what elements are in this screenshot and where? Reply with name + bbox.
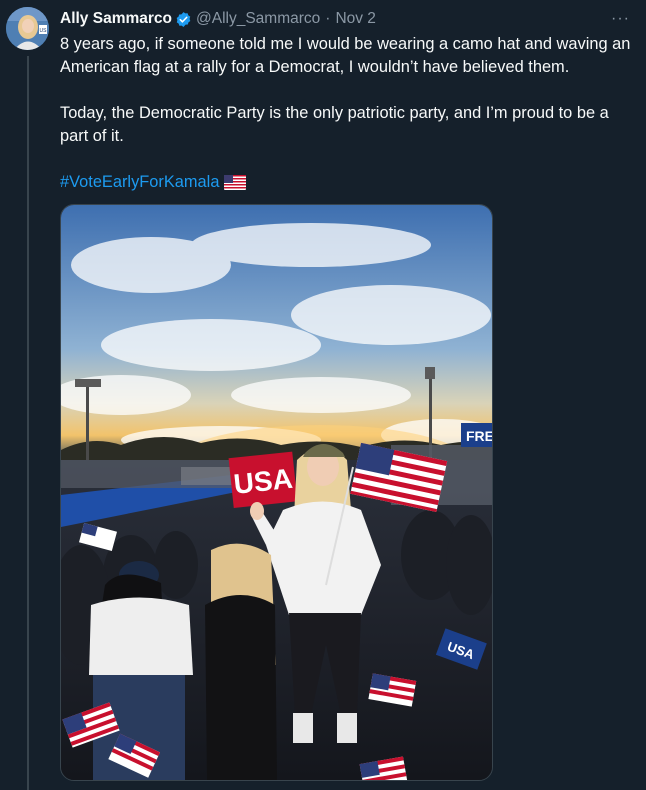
- more-options-icon[interactable]: ···: [611, 10, 630, 28]
- avatar[interactable]: US: [6, 7, 49, 50]
- free-banner-text: FREE: [466, 428, 492, 444]
- us-flag-emoji-icon: [224, 175, 247, 190]
- tweet-header: Ally Sammarco @Ally_Sammarco · Nov 2 ···: [60, 8, 636, 30]
- author-handle[interactable]: @Ally_Sammarco: [196, 10, 320, 28]
- hashtag-line: #VoteEarlyForKamala: [60, 171, 640, 194]
- usa-sign-text: USA: [232, 463, 294, 500]
- tweet-paragraph-1: 8 years ago, if someone told me I would …: [60, 35, 631, 76]
- author-name[interactable]: Ally Sammarco: [60, 10, 172, 28]
- separator-dot: ·: [325, 10, 331, 27]
- thread-connector-line: [27, 56, 29, 790]
- tweet-date[interactable]: Nov 2: [335, 10, 376, 28]
- usa-sign: USA: [228, 451, 298, 508]
- person-middle-foreground: [205, 543, 277, 780]
- tweet-photo[interactable]: FREE USA: [60, 204, 493, 781]
- hashtag-link[interactable]: #VoteEarlyForKamala: [60, 171, 219, 194]
- svg-text:US: US: [40, 28, 48, 34]
- verified-badge-icon: [175, 11, 192, 28]
- tweet-body: 8 years ago, if someone told me I would …: [60, 33, 640, 194]
- tweet-paragraph-2: Today, the Democratic Party is the only …: [60, 104, 609, 145]
